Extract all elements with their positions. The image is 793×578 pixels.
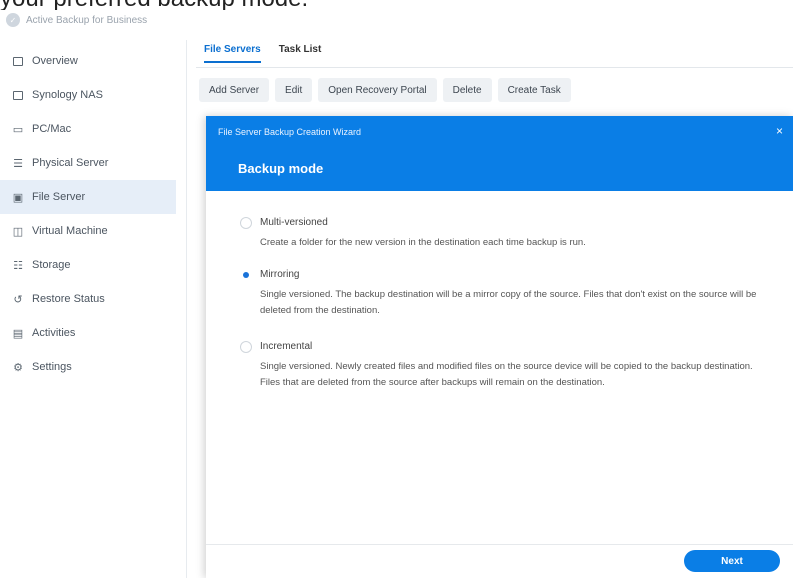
radio-mirroring[interactable] xyxy=(240,269,252,281)
tab-task-list[interactable]: Task List xyxy=(279,44,322,63)
app-header: ✓ Active Backup for Business xyxy=(6,10,147,30)
sidebar-item-label: PC/Mac xyxy=(32,123,72,135)
sidebar-item-restore-status[interactable]: ↺ Restore Status xyxy=(0,282,176,316)
sidebar-item-overview[interactable]: Overview xyxy=(0,44,176,78)
sidebar-item-virtual-machine[interactable]: ◫ Virtual Machine xyxy=(0,214,176,248)
toolbar: Add Server Edit Open Recovery Portal Del… xyxy=(199,78,571,102)
gear-icon: ⚙ xyxy=(13,361,23,374)
wizard-title: File Server Backup Creation Wizard xyxy=(218,127,362,137)
sidebar-item-label: Storage xyxy=(32,259,71,271)
add-server-button[interactable]: Add Server xyxy=(199,78,270,102)
sidebar-item-label: Overview xyxy=(32,55,78,67)
tab-bar: File Servers Task List xyxy=(204,44,321,63)
tab-divider xyxy=(196,67,793,68)
tab-file-servers[interactable]: File Servers xyxy=(204,44,261,63)
sidebar-item-label: Synology NAS xyxy=(32,89,103,101)
option-label: Incremental xyxy=(260,341,313,352)
close-icon[interactable]: × xyxy=(776,124,783,138)
file-server-icon: ▣ xyxy=(12,191,24,204)
option-label: Multi-versioned xyxy=(260,217,328,228)
virtual-machine-icon: ◫ xyxy=(12,225,24,238)
backup-wizard-dialog: File Server Backup Creation Wizard × Bac… xyxy=(206,116,793,578)
sidebar-item-synology-nas[interactable]: Synology NAS xyxy=(0,78,176,112)
restore-icon: ↺ xyxy=(13,293,23,306)
sidebar-divider xyxy=(186,40,187,578)
option-label: Mirroring xyxy=(260,269,300,280)
dialog-title: Backup mode xyxy=(238,161,324,176)
next-button[interactable]: Next xyxy=(684,550,780,572)
activities-icon: ▤ xyxy=(12,327,24,340)
sidebar: Overview Synology NAS ▭ PC/Mac ☰ Physica… xyxy=(0,44,176,578)
sidebar-item-label: Restore Status xyxy=(32,293,105,305)
edit-button[interactable]: Edit xyxy=(275,78,313,102)
option-description: Create a folder for the new version in t… xyxy=(260,237,586,248)
option-description: Single versioned. Newly created files an… xyxy=(260,361,753,388)
option-description: Single versioned. The backup destination… xyxy=(260,289,757,316)
sidebar-item-storage[interactable]: ☷ Storage xyxy=(0,248,176,282)
sidebar-item-label: Activities xyxy=(32,327,76,339)
create-task-button[interactable]: Create Task xyxy=(497,78,571,102)
storage-icon: ☷ xyxy=(13,259,23,272)
sidebar-item-settings[interactable]: ⚙ Settings xyxy=(0,350,176,384)
footer-divider xyxy=(206,544,793,545)
sidebar-item-pc-mac[interactable]: ▭ PC/Mac xyxy=(0,112,176,146)
sidebar-item-label: Settings xyxy=(32,361,72,373)
page-caption: your preferred backup mode. xyxy=(0,0,793,10)
radio-multi-versioned[interactable] xyxy=(240,217,252,229)
nas-icon xyxy=(12,89,24,101)
monitor-icon: ▭ xyxy=(12,123,24,136)
sidebar-item-label: File Server xyxy=(32,191,86,203)
app-title: Active Backup for Business xyxy=(26,14,148,26)
sidebar-item-file-server[interactable]: ▣ File Server xyxy=(0,180,176,214)
radio-incremental[interactable] xyxy=(240,341,252,353)
open-recovery-portal-button[interactable]: Open Recovery Portal xyxy=(318,78,437,102)
overview-icon xyxy=(12,55,24,67)
dialog-header: File Server Backup Creation Wizard × Bac… xyxy=(206,116,793,191)
sidebar-item-label: Virtual Machine xyxy=(32,225,108,237)
app-logo-icon: ✓ xyxy=(6,13,20,27)
sidebar-item-physical-server[interactable]: ☰ Physical Server xyxy=(0,146,176,180)
server-icon: ☰ xyxy=(13,157,23,170)
sidebar-item-activities[interactable]: ▤ Activities xyxy=(0,316,176,350)
delete-button[interactable]: Delete xyxy=(442,78,492,102)
sidebar-item-label: Physical Server xyxy=(32,157,109,169)
